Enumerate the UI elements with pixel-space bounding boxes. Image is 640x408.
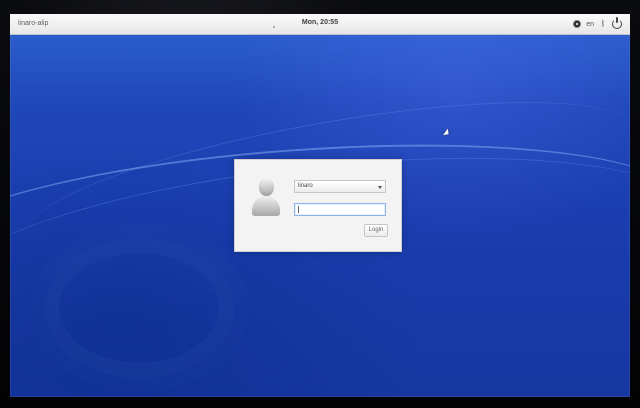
- mouse-cursor: [443, 128, 451, 138]
- status-area: en ᛒ: [573, 17, 622, 30]
- login-button[interactable]: Login: [364, 224, 388, 237]
- language-indicator[interactable]: en: [586, 21, 594, 28]
- top-panel: linaro-alip Mon, 20:55 en ᛒ: [10, 14, 630, 35]
- accessibility-icon[interactable]: [573, 20, 582, 28]
- power-icon[interactable]: [612, 17, 622, 29]
- avatar-head: [259, 178, 274, 196]
- selected-user: linaro: [298, 183, 313, 189]
- user-avatar: [249, 177, 283, 217]
- username-select[interactable]: linaro: [294, 180, 386, 193]
- desktop-screen: linaro-alip Mon, 20:55 en ᛒ linaro Login: [10, 14, 630, 397]
- bluetooth-icon[interactable]: ᛒ: [599, 19, 607, 29]
- avatar-body: [252, 196, 280, 216]
- monitor-frame: linaro-alip Mon, 20:55 en ᛒ linaro Login: [0, 0, 640, 408]
- chevron-down-icon: [378, 186, 382, 189]
- login-dialog: linaro Login: [234, 159, 402, 252]
- clock-label[interactable]: Mon, 20:55: [10, 19, 630, 26]
- background-ripple: [58, 252, 220, 364]
- password-field[interactable]: [294, 203, 386, 216]
- panel-indicator-dot: [273, 26, 275, 28]
